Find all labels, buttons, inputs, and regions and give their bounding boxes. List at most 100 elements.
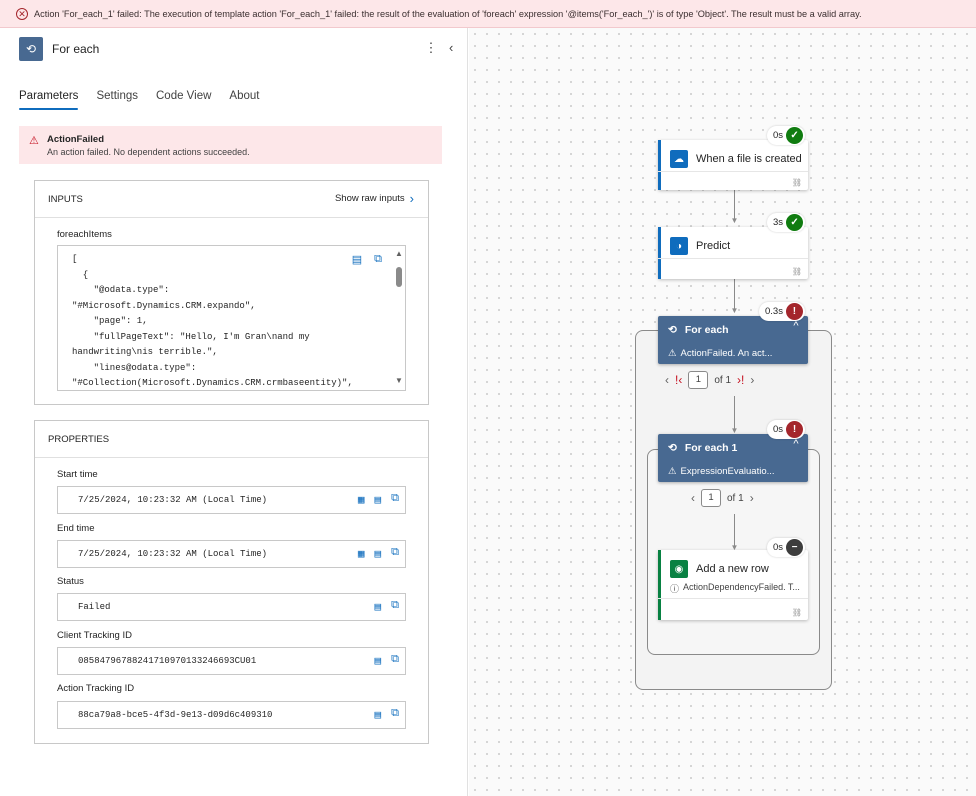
add-row-card[interactable]: ◉ Add a new row ⓘ ActionDependencyFailed… xyxy=(658,550,808,620)
format-icon[interactable]: ▤ xyxy=(375,547,382,561)
collapse-panel-icon[interactable]: ‹ xyxy=(449,40,453,55)
client-tracking-tools: ▤ ⧉ xyxy=(375,654,399,668)
status-tools: ▤ ⧉ xyxy=(375,600,399,614)
chevron-right-icon[interactable]: › xyxy=(750,491,754,505)
warning-icon: ⚠ xyxy=(668,466,677,477)
foreach-items-code[interactable]: [ { "@odata.type": "#Microsoft.Dynamics.… xyxy=(57,245,406,391)
add-row-status-badge: 0s − xyxy=(767,538,806,557)
success-check-icon: ✓ xyxy=(786,127,804,144)
copy-icon[interactable]: ⧉ xyxy=(391,654,399,668)
warning-icon: ⚠ xyxy=(668,348,677,359)
add-row-duration: 0s xyxy=(773,542,784,553)
format-icon[interactable]: ▤ xyxy=(375,654,382,668)
trigger-duration: 0s xyxy=(773,130,784,141)
chevron-left-icon[interactable]: ‹ xyxy=(691,491,695,505)
predict-title: Predict xyxy=(696,240,731,252)
foreach1-card[interactable]: ⟲ For each 1 ⚠ ExpressionEvaluatio... ^ xyxy=(658,434,808,482)
foreach-page-count: of 1 xyxy=(714,374,732,386)
more-options-icon[interactable]: ⋮ xyxy=(424,40,438,56)
tab-about[interactable]: About xyxy=(229,90,259,110)
client-tracking-field: 08584796788241710970133246693CU01 ▤ ⧉ xyxy=(57,647,406,675)
status-label: Status xyxy=(57,576,84,587)
tab-code-view[interactable]: Code View xyxy=(156,90,211,110)
calendar-icon[interactable]: ▦ xyxy=(358,547,365,561)
error-exclamation-icon: ! xyxy=(786,421,804,438)
action-tracking-tools: ▤ ⧉ xyxy=(375,708,399,722)
format-icon[interactable]: ▤ xyxy=(375,708,382,722)
show-raw-inputs-link[interactable]: Show raw inputs › xyxy=(334,190,414,206)
tab-settings[interactable]: Settings xyxy=(96,90,138,110)
foreach-pager: ‹ !‹ 1 of 1 ›! › xyxy=(665,371,754,389)
start-time-field: 7/25/2024, 10:23:32 AM (Local Time) ▦ ▤ … xyxy=(57,486,406,514)
properties-header: PROPERTIES xyxy=(35,421,428,458)
panel-tabs: Parameters Settings Code View About xyxy=(19,90,277,110)
trigger-header: ☁ When a file is created xyxy=(670,150,802,168)
action-failed-alert: ⚠ ActionFailed An action failed. No depe… xyxy=(19,126,442,164)
foreach1-subtitle-row: ⚠ ExpressionEvaluatio... xyxy=(668,466,775,477)
start-time-tools: ▦ ▤ ⧉ xyxy=(358,493,399,507)
skipped-minus-icon: − xyxy=(786,539,804,556)
dataverse-icon: ◉ xyxy=(670,560,688,578)
flow-canvas[interactable]: ▼ ▼ ▼ ▼ ☁ When a file is created ⛓ 0s ✓ … xyxy=(469,28,976,796)
add-row-title: Add a new row xyxy=(696,563,769,575)
end-time-field: 7/25/2024, 10:23:32 AM (Local Time) ▦ ▤ … xyxy=(57,540,406,568)
foreach1-pager: ‹ 1 of 1 › xyxy=(691,489,754,507)
error-exclamation-icon: ! xyxy=(785,303,803,320)
action-tracking-value: 88ca79a8-bce5-4f3d-9e13-d09d6c409310 xyxy=(78,710,273,720)
show-raw-inputs-label: Show raw inputs xyxy=(334,193,405,204)
foreach1-title: For each 1 xyxy=(684,442,738,454)
predict-duration: 3s xyxy=(773,217,784,228)
alert-message: An action failed. No dependent actions s… xyxy=(47,147,250,157)
predict-card[interactable]: ◑ Predict ⛓ xyxy=(658,227,808,279)
format-icon[interactable]: ▤ xyxy=(375,600,382,614)
previous-failed-icon[interactable]: !‹ xyxy=(675,373,682,387)
calendar-icon[interactable]: ▦ xyxy=(358,493,365,507)
foreach1-duration: 0s xyxy=(773,424,784,435)
foreach-status-badge: 0.3s ! xyxy=(759,302,805,321)
card-accent-bar xyxy=(658,227,661,279)
next-failed-icon[interactable]: ›! xyxy=(737,373,744,387)
client-tracking-label: Client Tracking ID xyxy=(57,630,132,641)
alert-title: ActionFailed xyxy=(47,134,105,145)
trigger-card[interactable]: ☁ When a file is created ⛓ xyxy=(658,140,808,190)
foreach-card[interactable]: ⟲ For each ⚠ ActionFailed. An act... ^ xyxy=(658,316,808,364)
info-icon: ⓘ xyxy=(670,584,680,594)
panel-title: For each xyxy=(52,42,100,56)
collapse-caret-icon[interactable]: ^ xyxy=(788,320,804,332)
copy-icon[interactable]: ⧉ xyxy=(391,493,399,507)
predict-header: ◑ Predict xyxy=(670,237,730,255)
link-icon: ⛓ xyxy=(791,267,802,276)
status-field: Failed ▤ ⧉ xyxy=(57,593,406,621)
foreach1-status-badge: 0s ! xyxy=(767,420,806,439)
loop-icon: ⟲ xyxy=(668,324,677,336)
success-check-icon: ✓ xyxy=(786,214,804,231)
action-details-panel: ⟲ For each ⋮ ‹ Parameters Settings Code … xyxy=(0,28,468,796)
chevron-right-icon[interactable]: › xyxy=(750,373,754,387)
copy-icon[interactable]: ⧉ xyxy=(391,708,399,722)
error-circle-icon: ✕ xyxy=(16,7,28,20)
warning-icon: ⚠ xyxy=(29,135,39,147)
card-accent-bar xyxy=(658,550,661,620)
collapse-caret-icon[interactable]: ^ xyxy=(788,438,804,450)
foreach-page-input[interactable]: 1 xyxy=(688,371,709,389)
copy-icon[interactable]: ⧉ xyxy=(391,547,399,561)
properties-section: PROPERTIES Start time 7/25/2024, 10:23:3… xyxy=(34,420,429,744)
format-icon[interactable]: ▤ xyxy=(375,493,382,507)
card-accent-bar xyxy=(658,140,661,190)
arrow-down-icon: ▼ xyxy=(730,306,739,315)
trigger-title: When a file is created xyxy=(696,153,802,165)
ai-builder-icon: ◑ xyxy=(670,237,688,255)
card-divider xyxy=(658,598,808,599)
chevron-left-icon[interactable]: ‹ xyxy=(665,373,669,387)
copy-icon[interactable]: ⧉ xyxy=(391,600,399,614)
client-tracking-value: 08584796788241710970133246693CU01 xyxy=(78,656,257,666)
foreach1-page-input[interactable]: 1 xyxy=(701,489,721,507)
end-time-value: 7/25/2024, 10:23:32 AM (Local Time) xyxy=(78,549,268,559)
chevron-right-icon: › xyxy=(409,190,414,206)
tab-parameters[interactable]: Parameters xyxy=(19,90,79,110)
cloud-icon: ☁ xyxy=(670,150,688,168)
error-banner-message: Action 'For_each_1' failed: The executio… xyxy=(34,8,862,19)
link-icon: ⛓ xyxy=(791,608,802,617)
end-time-label: End time xyxy=(57,523,95,534)
foreach-items-label: foreachItems xyxy=(57,229,112,240)
